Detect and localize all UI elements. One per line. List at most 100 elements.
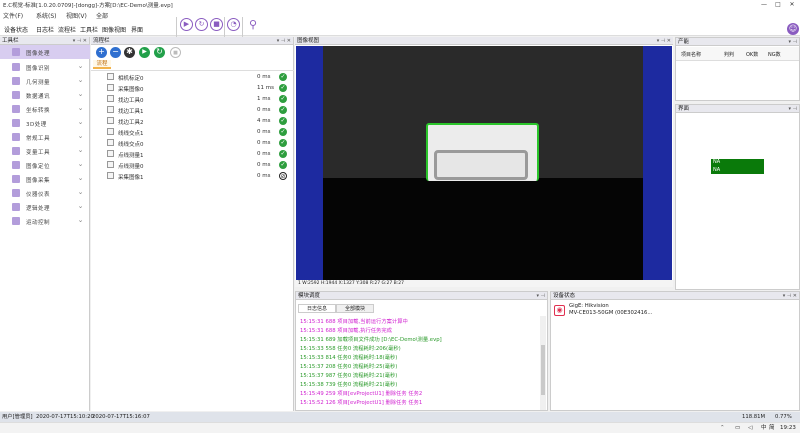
image-shadow: [323, 178, 643, 280]
toolbar-device-status[interactable]: 设备状态: [4, 25, 28, 34]
flow-row[interactable]: 采集图像0 11 ms ✓: [91, 83, 294, 93]
ok-icon: ✓: [279, 161, 287, 169]
chevron-down-icon: ⌄: [77, 132, 84, 140]
title-bar: E.C视觉-标准[1.0.20.0709]-[dongg]-方案[D:\EC-D…: [0, 0, 800, 9]
ime-lang[interactable]: 简: [769, 423, 775, 433]
settings-icon[interactable]: ✱: [124, 47, 135, 58]
tool-common[interactable]: 常规工具 ⌄: [0, 130, 90, 144]
menu-system[interactable]: 系统(S): [36, 11, 57, 20]
measure-icon: [107, 150, 114, 157]
toolbar-tools[interactable]: 工具栏: [80, 25, 98, 34]
stop-icon[interactable]: ■: [170, 47, 181, 58]
user-search-icon[interactable]: ⚲: [246, 18, 260, 32]
refresh-icon[interactable]: ↻: [195, 18, 208, 31]
ime-indicator[interactable]: 中: [761, 423, 767, 433]
log-scroll-thumb[interactable]: [541, 345, 545, 395]
flow-row[interactable]: 找边工具0 1 ms ✓: [91, 94, 294, 104]
camera-icon[interactable]: ◉: [554, 305, 565, 316]
chevron-down-icon: ⌄: [77, 62, 84, 70]
tool-image-locate[interactable]: 图像定位 ⌄: [0, 158, 90, 172]
pin-icon[interactable]: ▾ ⊣: [789, 105, 797, 113]
flow-row[interactable]: 找边工具2 4 ms ✓: [91, 116, 294, 126]
col-ok: OK数: [746, 52, 759, 58]
image-icon: [107, 172, 114, 179]
toolbar-flow[interactable]: 流程栏: [58, 25, 76, 34]
logic-icon: [12, 203, 20, 211]
gauge-icon[interactable]: ◔: [227, 18, 240, 31]
clock[interactable]: 19:23: [780, 423, 796, 433]
chevron-down-icon: ⌄: [77, 104, 84, 112]
menu-view[interactable]: 视图(V): [66, 11, 87, 20]
image-view-title: 图像视图 ▾ ⊣ ✕: [295, 37, 673, 45]
log-line: 15:15:37 987 任务0 流程耗时:21(毫秒): [300, 373, 398, 379]
menu-all[interactable]: 全部: [96, 11, 108, 20]
minimize-button[interactable]: —: [758, 0, 770, 9]
tool-variable[interactable]: 变量工具 ⌄: [0, 144, 90, 158]
flow-row[interactable]: 点线测量0 0 ms ✓: [91, 160, 294, 170]
tab-log-info[interactable]: 日志信息: [298, 304, 336, 313]
toolbar-separator: [242, 17, 243, 37]
pin-icon[interactable]: ▾ ⊣ ✕: [783, 292, 797, 300]
chevron-down-icon: ⌄: [77, 188, 84, 196]
ok-icon: ✓: [279, 139, 287, 147]
flow-row[interactable]: 点线测量1 0 ms ✓: [91, 149, 294, 159]
pin-icon[interactable]: ▾ ⊣ ✕: [657, 37, 671, 45]
pin-icon[interactable]: ▾ ⊣ ✕: [277, 37, 291, 45]
flow-row[interactable]: 相机标定0 0 ms ✓: [91, 72, 294, 82]
stats-title: 产能 ▾ ⊣: [676, 38, 799, 46]
stats-header: 项目名称 判判 OK数 NG数: [676, 47, 799, 61]
tool-image-recognition[interactable]: 图像识别 ⌄: [0, 60, 90, 74]
remove-icon[interactable]: −: [110, 47, 121, 58]
log-line: 15:15:33 558 任务0 流程耗时:206(毫秒): [300, 346, 401, 352]
user-avatar[interactable]: ☺: [787, 23, 799, 35]
tab-all-modules[interactable]: 全部模块: [336, 304, 374, 313]
tool-logic[interactable]: 逻辑处理 ⌄: [0, 200, 90, 214]
menu-bar: 文件(F) 系统(S) 视图(V) 全部: [0, 9, 800, 22]
volume-icon[interactable]: ◁: [748, 423, 752, 433]
tool-coord-transform[interactable]: 坐标转换 ⌄: [0, 102, 90, 116]
tool-image-capture[interactable]: 图像采集 ⌄: [0, 172, 90, 186]
maximize-button[interactable]: □: [772, 0, 784, 9]
menu-file[interactable]: 文件(F): [3, 11, 23, 20]
flow-row[interactable]: 找边工具1 0 ms ✓: [91, 105, 294, 115]
run-icon[interactable]: ▶: [139, 47, 150, 58]
tool-3d[interactable]: 3D处理 ⌄: [0, 116, 90, 130]
image-recognition-icon: [12, 63, 20, 71]
capture-icon: [12, 175, 20, 183]
tool-geometry-measure[interactable]: 几何测量 ⌄: [0, 74, 90, 88]
pin-icon[interactable]: ▾ ⊣ ✕: [73, 37, 87, 45]
chevron-down-icon: ⌄: [77, 160, 84, 168]
flow-row[interactable]: 采集图像1 0 ms ⊘: [91, 171, 294, 181]
add-icon[interactable]: +: [96, 47, 107, 58]
flow-row[interactable]: 线线交点1 0 ms ✓: [91, 127, 294, 137]
loop-icon[interactable]: ↻: [154, 47, 165, 58]
window-title: E.C视觉-标准[1.0.20.0709]-[dongg]-方案[D:\EC-D…: [3, 3, 173, 9]
tray-arrow-icon[interactable]: ⌃: [720, 423, 725, 433]
toolbar-separator: [224, 17, 225, 37]
close-button[interactable]: ✕: [786, 0, 798, 9]
not-run-icon: ⊘: [279, 172, 287, 180]
flow-row[interactable]: 线线交点0 0 ms ✓: [91, 138, 294, 148]
ok-icon: ✓: [279, 95, 287, 103]
tab-flow[interactable]: 流程: [93, 60, 111, 69]
pin-icon[interactable]: ▾ ⊣: [789, 38, 797, 46]
edge-icon: [107, 95, 114, 102]
ui-title: 界面 ▾ ⊣: [676, 105, 799, 113]
toolbox-title: 工具栏 ▾ ⊣ ✕: [0, 37, 89, 45]
tool-instrument[interactable]: 仪器仪表 ⌄: [0, 186, 90, 200]
locate-icon: [12, 161, 20, 169]
toolbar-ui[interactable]: 界面: [131, 25, 143, 34]
toolbar-log[interactable]: 日志栏: [36, 25, 54, 34]
ok-icon: ✓: [279, 117, 287, 125]
tool-motion[interactable]: 运动控制 ⌄: [0, 214, 90, 228]
tool-image-processing[interactable]: 图像处理: [0, 45, 90, 59]
pin-icon[interactable]: ▾ ⊣: [537, 292, 545, 300]
log-line: 15:15:33 814 任务0 流程耗时:18(毫秒): [300, 355, 398, 361]
log-line: 15:15:31 689 加载项目文件成功 [D:\EC-Demo\测量.evp…: [300, 337, 442, 343]
tool-data-comm[interactable]: 数据通讯 ⌄: [0, 88, 90, 102]
stop-icon[interactable]: ■: [210, 18, 223, 31]
play-icon[interactable]: ▶: [180, 18, 193, 31]
toolbar-image-view[interactable]: 图像视图: [102, 25, 126, 34]
log-title: 模块调度 ▾ ⊣: [296, 292, 547, 300]
network-icon[interactable]: ▭: [735, 423, 740, 433]
